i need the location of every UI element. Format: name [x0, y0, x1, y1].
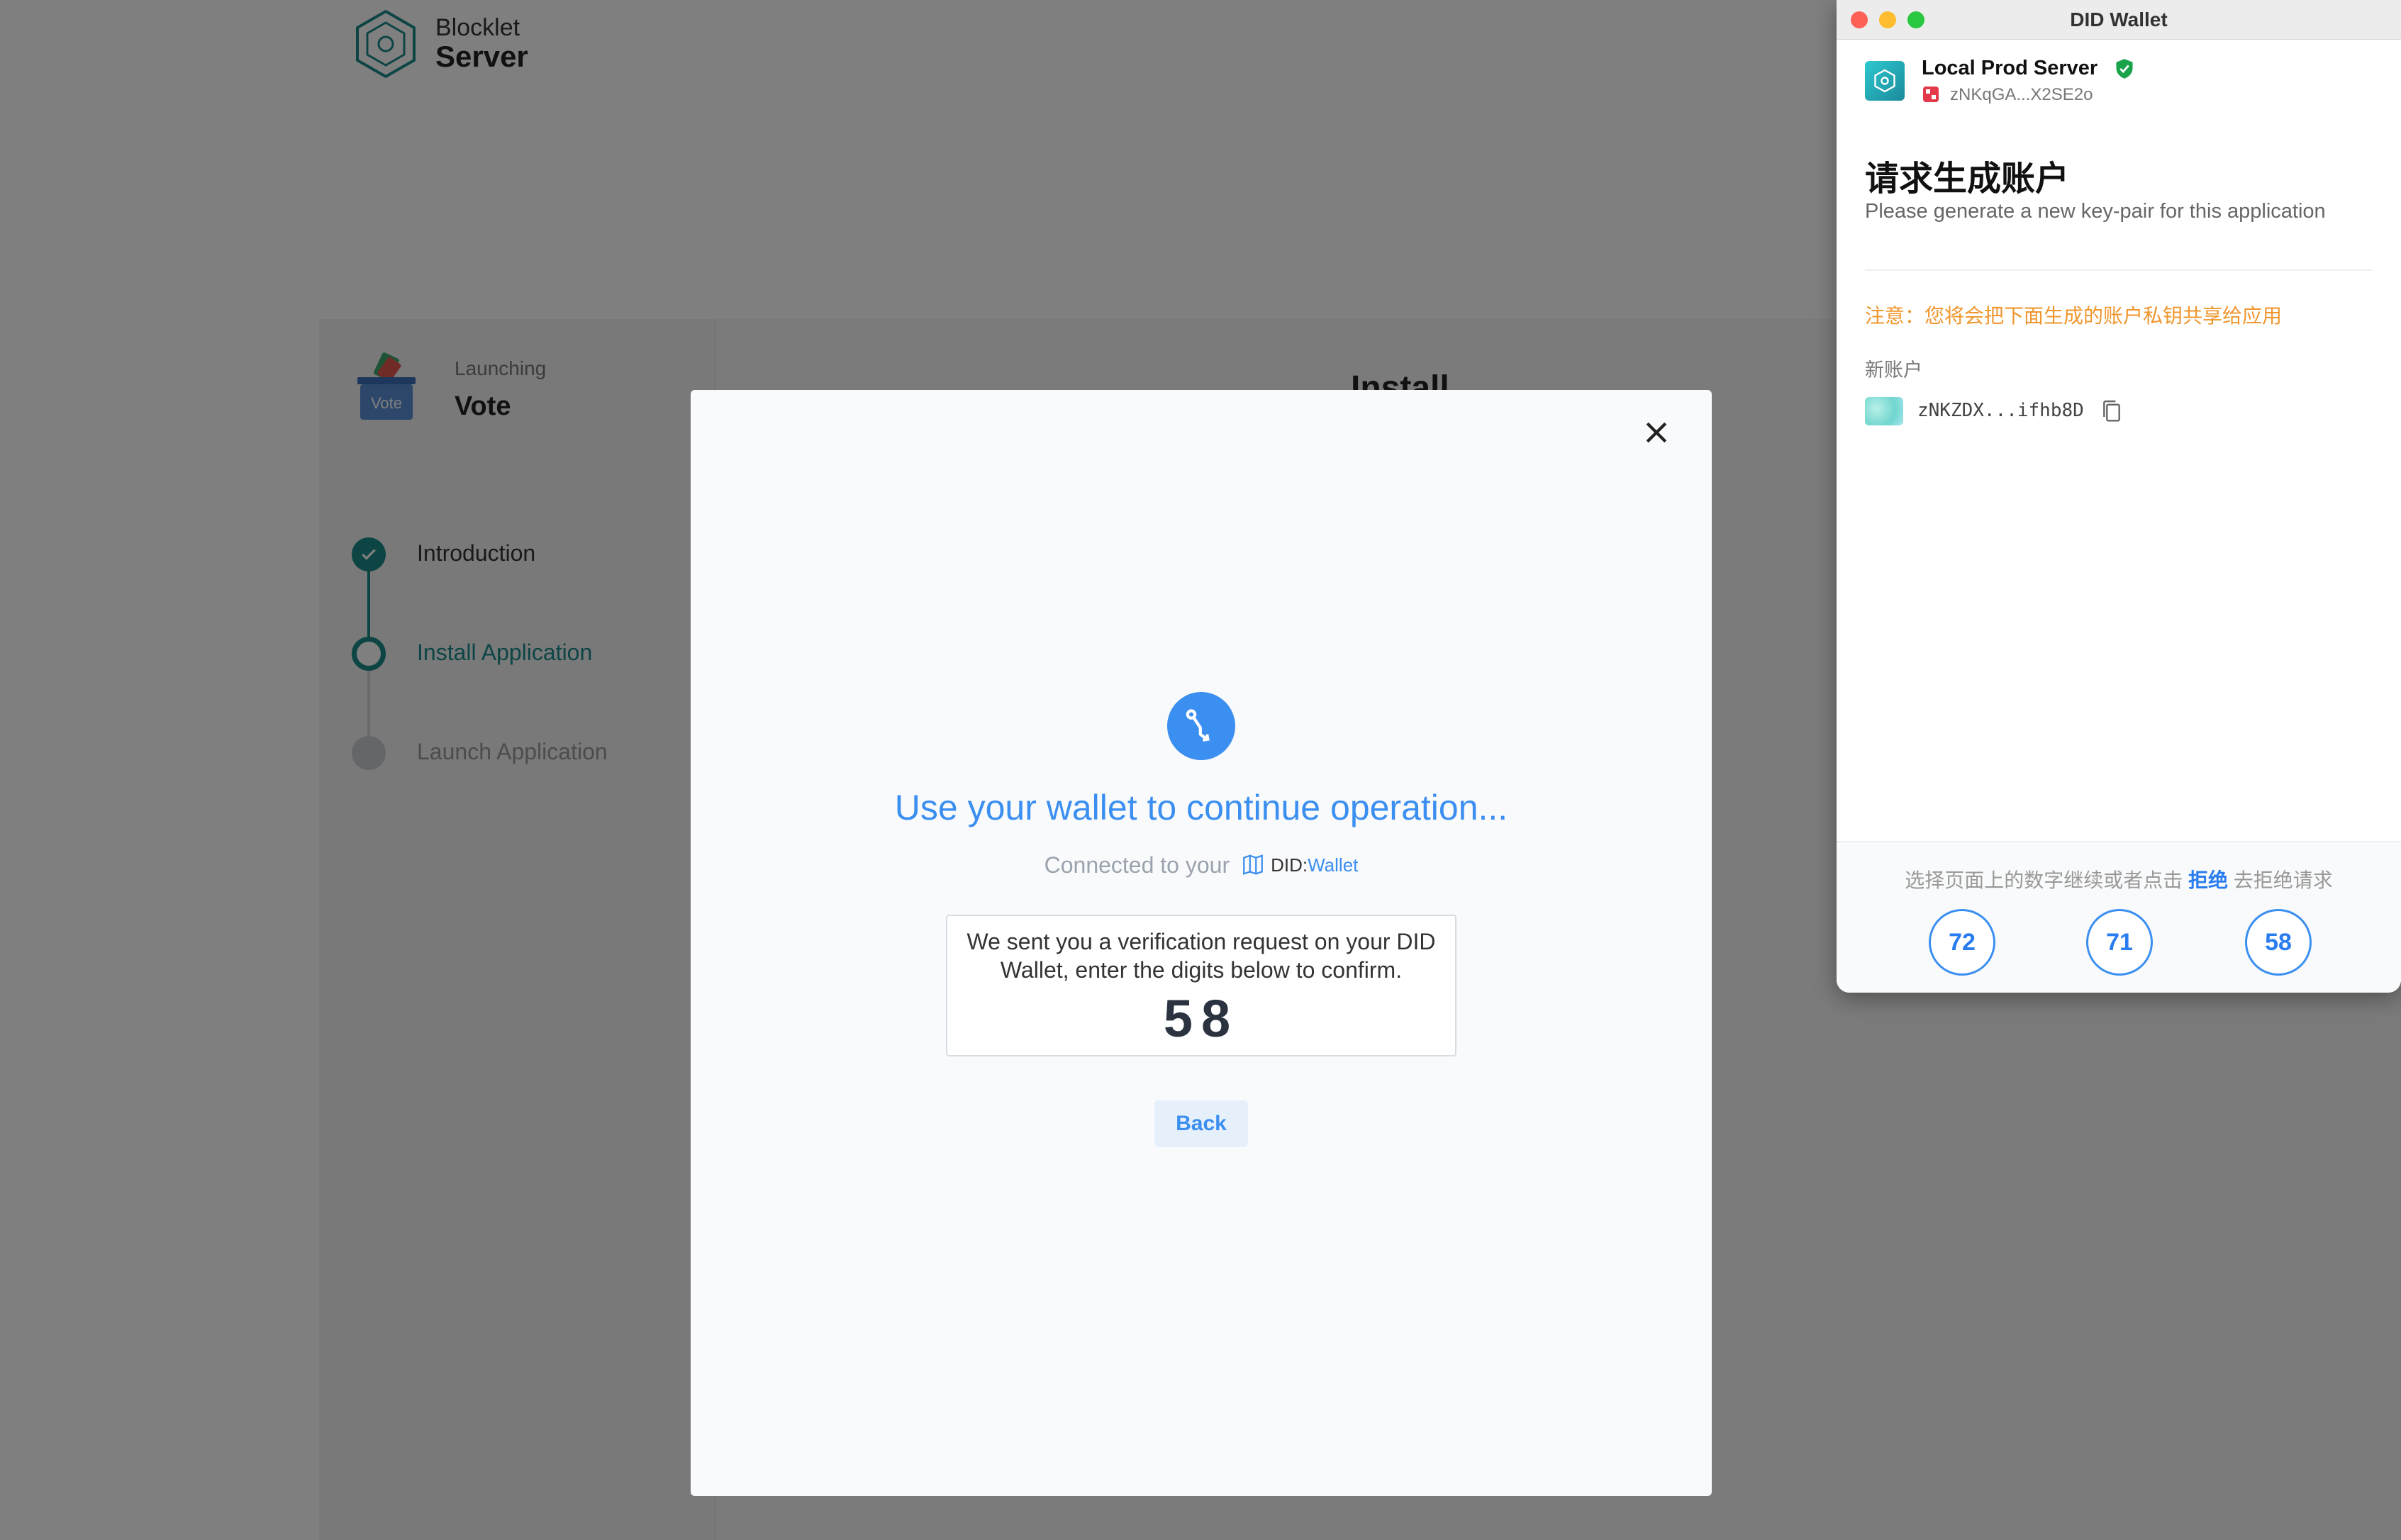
request-subtitle: Please generate a new key-pair for this …: [1865, 200, 2326, 223]
close-icon: [1646, 422, 1667, 443]
verification-text: We sent you a verification request on yo…: [966, 929, 1436, 983]
footer-hint-prefix: 选择页面上的数字继续或者点击: [1905, 869, 2183, 891]
did-label: DID:: [1271, 854, 1308, 876]
did-wallet-window: DID Wallet Local Prod Server zNKqGA...X2…: [1837, 0, 2401, 993]
connected-prefix: Connected to your: [1044, 852, 1230, 878]
did-wallet-icon: [1243, 854, 1263, 875]
did-avatar-icon: [1923, 87, 1939, 102]
modal-close-button[interactable]: [1634, 410, 1679, 455]
server-did: zNKqGA...X2SE2o: [1950, 85, 2093, 104]
new-account-label: 新账户: [1865, 359, 1922, 381]
footer-hint-suffix: 去拒绝请求: [2233, 869, 2333, 891]
digit-option-button[interactable]: 71: [2086, 909, 2153, 976]
verification-digits: 58: [1163, 989, 1240, 1048]
footer-hint: 选择页面上的数字继续或者点击 拒绝 去拒绝请求: [1837, 865, 2401, 893]
blocklet-server-icon: [1874, 69, 1895, 93]
verification-box: We sent you a verification request on yo…: [946, 915, 1456, 1056]
wallet-connect-modal: Use your wallet to continue operation...…: [691, 390, 1712, 1496]
modal-title: Use your wallet to continue operation...: [894, 788, 1508, 827]
server-avatar: [1865, 61, 1905, 101]
did-wallet-label: Wallet: [1308, 854, 1359, 876]
reject-link[interactable]: 拒绝: [2188, 869, 2228, 891]
copy-icon[interactable]: [2100, 398, 2123, 424]
digit-option-button[interactable]: 72: [1929, 909, 1995, 976]
share-key-warning: 注意：您将会把下面生成的账户私钥共享给应用: [1865, 305, 2283, 327]
window-title: DID Wallet: [2070, 9, 2168, 30]
digit-option-button[interactable]: 58: [2245, 909, 2312, 976]
wallet-footer: 选择页面上的数字继续或者点击 拒绝 去拒绝请求 72 71 58: [1837, 841, 2401, 993]
verified-shield-icon: [2116, 59, 2133, 79]
route-icon: [1186, 709, 1210, 742]
window-titlebar: DID Wallet: [1837, 0, 2401, 40]
request-title: 请求生成账户: [1865, 160, 2070, 198]
connect-status-icon: [1167, 692, 1235, 760]
divider: [1865, 269, 2373, 271]
connected-status: Connected to your DID: Wallet: [691, 852, 1712, 878]
server-name: Local Prod Server: [1922, 57, 2098, 79]
account-avatar: [1865, 397, 1903, 425]
back-button[interactable]: Back: [1154, 1100, 1248, 1147]
account-did: zNKZDX...ifhb8D: [1917, 400, 2084, 421]
